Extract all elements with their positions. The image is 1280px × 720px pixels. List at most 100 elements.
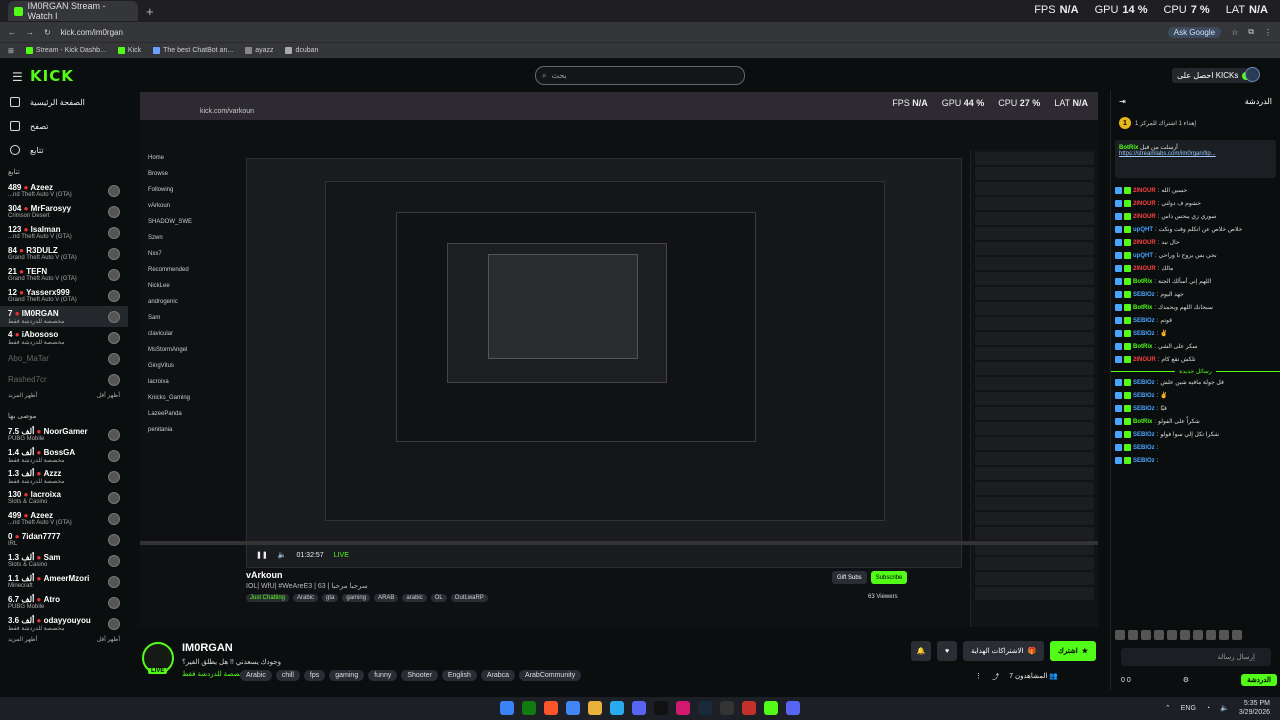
sidebar-channel[interactable]: 130 ● lacroixa Slots & Casino <box>0 487 128 508</box>
stream-tag[interactable]: English <box>441 670 477 681</box>
sidebar-channel[interactable]: 3.6 ألف ● odayyouyou مخصصة للدردشة فقط <box>0 613 128 634</box>
menu-dots-icon[interactable]: ⋮ <box>1264 28 1272 37</box>
steam-icon[interactable] <box>698 701 712 715</box>
chat-username[interactable]: BotRix <box>1133 419 1152 425</box>
chat-message[interactable]: 2INOUR: تلكش تقع كام <box>1111 353 1280 366</box>
sidebar-channel[interactable]: 12 ● Yasserx999 Grand Theft Auto V (GTA) <box>0 285 128 306</box>
show-less-link[interactable]: أظهر أقل <box>97 392 120 404</box>
chat-message[interactable]: 2INOUR: حسين الله <box>1111 184 1280 197</box>
xbox-icon[interactable] <box>522 701 536 715</box>
show-less-link[interactable]: أظهر أقل <box>97 636 120 648</box>
kicks-leaderboard[interactable]: 1 إهداء 1 اشتراك للمركز 1 <box>1111 112 1280 134</box>
chat-username[interactable]: 2INOUR <box>1133 214 1156 220</box>
sidebar-channel[interactable]: 1.3 ألف ● Azzz مخصصة للدردشة فقط <box>0 466 128 487</box>
chat-username[interactable]: SEBIOz <box>1133 393 1155 399</box>
bookmark-item[interactable]: dcuban <box>285 47 318 54</box>
streamer-name[interactable]: IM0RGAN <box>182 642 233 654</box>
wifi-icon[interactable]: ◔ <box>1206 705 1210 712</box>
reload-icon[interactable]: ↻ <box>44 28 51 37</box>
apps-icon[interactable]: ⊞ <box>8 47 14 55</box>
sidebar-channel-offline[interactable]: Abo_MaTar <box>0 348 128 369</box>
chat-username[interactable]: SEBIOz <box>1133 380 1155 386</box>
chat-message[interactable]: 2INOUR: خشوم ف دولتي <box>1111 197 1280 210</box>
chat-message[interactable]: BotRix: شكراً على الفولو <box>1111 415 1280 428</box>
video-progress-bar[interactable] <box>140 541 1098 545</box>
chat-message[interactable]: SEBIOz: جهد اليوم <box>1111 288 1280 301</box>
back-icon[interactable]: ← <box>8 28 16 37</box>
app-icon[interactable] <box>720 701 734 715</box>
volume-icon[interactable]: 🔈 <box>278 551 287 559</box>
chat-username[interactable]: BotRix <box>1133 305 1152 311</box>
bookmark-item[interactable]: Stream - Kick Dashb... <box>25 47 106 54</box>
bookmark-item[interactable]: Kick <box>117 47 141 54</box>
extensions-icon[interactable]: ⧉ <box>1248 27 1254 37</box>
get-kicks-button[interactable]: احصل على KICKs <box>1172 68 1256 83</box>
stream-tag[interactable]: funny <box>368 670 398 681</box>
chat-username[interactable]: 2INOUR <box>1133 357 1156 363</box>
ask-google-button[interactable]: Ask Google <box>1167 26 1222 38</box>
stream-tag[interactable]: ArabCommunity <box>519 670 582 681</box>
chat-message[interactable]: SEBIOz: <box>1111 454 1280 467</box>
stream-tag[interactable]: Arabca <box>480 670 516 681</box>
tray-chevron-icon[interactable]: ⌃ <box>1165 704 1171 712</box>
chat-username[interactable]: SEBIOz <box>1133 406 1155 412</box>
chat-message[interactable]: upQHT: بحي بس بروح نا وراحي <box>1111 249 1280 262</box>
pinned-message[interactable]: BotRix أرسلت من قبل https://streamlabs.c… <box>1115 140 1276 178</box>
chat-username[interactable]: 2INOUR <box>1133 188 1156 194</box>
bookmark-item[interactable]: ayazz <box>245 47 273 54</box>
start-icon[interactable] <box>500 701 514 715</box>
send-chat-button[interactable]: الدردشة <box>1241 674 1277 686</box>
forward-icon[interactable]: → <box>26 28 34 37</box>
chat-username[interactable]: BotRix <box>1133 344 1152 350</box>
pinned-link[interactable]: https://streamlabs.com/im0rgan/tip... <box>1119 151 1216 157</box>
sidebar-channel[interactable]: 21 ● TEFN Grand Theft Auto V (GTA) <box>0 264 128 285</box>
chat-message[interactable]: 2INOUR: حال نبد <box>1111 236 1280 249</box>
chat-message[interactable]: SEBIOz: ✌ <box>1111 327 1280 340</box>
sidebar-channel[interactable]: 7 ● IM0RGAN مخصصة للدردشة فقط <box>0 306 128 327</box>
follow-heart-button[interactable]: ♥ <box>937 641 958 661</box>
chrome-icon[interactable] <box>566 701 580 715</box>
more-options-icon[interactable]: ⋮ <box>975 672 982 682</box>
search-input[interactable]: ⌕ بحث <box>535 66 745 85</box>
stream-tag[interactable]: gaming <box>329 670 365 681</box>
chat-username[interactable]: BotRix <box>1133 279 1152 285</box>
sidebar-channel[interactable]: 7.5 ألف ● NoorGamer PUBG Mobile <box>0 424 128 445</box>
collapse-chat-icon[interactable]: ⇥ <box>1119 97 1126 106</box>
sidebar-channel[interactable]: 84 ● R3DULZ Grand Theft Auto V (GTA) <box>0 243 128 264</box>
share-icon[interactable]: ⤴ <box>992 672 999 682</box>
chat-message[interactable]: SEBIOz: <box>1111 441 1280 454</box>
user-avatar[interactable] <box>1245 67 1260 82</box>
stream-tag[interactable]: Shooter <box>401 670 438 681</box>
app-icon[interactable] <box>742 701 756 715</box>
chat-input[interactable]: إرسال رسالة <box>1121 648 1271 666</box>
chat-username[interactable]: SEBIOz <box>1133 445 1155 451</box>
clock[interactable]: 5:35 PM 3/29/2026 <box>1239 699 1270 717</box>
sidebar-channel[interactable]: 123 ● Isalman ...nd Theft Auto V (GTA) <box>0 222 128 243</box>
show-more-link[interactable]: أظهر المزيد <box>8 392 37 404</box>
new-tab-icon[interactable]: + <box>146 4 154 19</box>
sidebar-channel[interactable]: 489 ● Azeez ...nd Theft Auto V (GTA) <box>0 180 128 201</box>
chat-message[interactable]: BotRix: سكر على الشي <box>1111 340 1280 353</box>
sidebar-channel[interactable]: 1.4 ألف ● BossGA مخصصة للدردشة فقط <box>0 445 128 466</box>
chat-username[interactable]: SEBIOz <box>1133 318 1155 324</box>
sidebar-channel[interactable]: 304 ● MrFarosyy Crimson Desert <box>0 201 128 222</box>
tiktok-icon[interactable] <box>654 701 668 715</box>
chat-username[interactable]: SEBIOz <box>1133 331 1155 337</box>
kick-logo[interactable]: KICK <box>30 67 74 85</box>
sidebar-channel[interactable]: 1.3 ألف ● Sam Slots & Casino <box>0 550 128 571</box>
stream-tag[interactable]: fps <box>303 670 326 681</box>
url-field[interactable]: kick.com/im0rgan <box>61 28 1158 37</box>
brave-icon[interactable] <box>544 701 558 715</box>
chat-username[interactable]: SEBIOz <box>1133 292 1155 298</box>
chat-message[interactable]: 2INOUR: سوري زي يبحس داس <box>1111 210 1280 223</box>
chat-message[interactable]: 2INOUR: مالك <box>1111 262 1280 275</box>
bookmark-item[interactable]: The best ChatBot an... <box>153 47 233 54</box>
gift-subscriptions-button[interactable]: الاشتراكات الهداية 🎁 <box>963 641 1045 661</box>
chat-username[interactable]: 2INOUR <box>1133 201 1156 207</box>
chat-message[interactable]: SEBIOz: قوتم <box>1111 314 1280 327</box>
browser-tab[interactable]: IM0RGAN Stream - Watch l <box>8 1 138 21</box>
speaker-icon[interactable]: 🔈 <box>1220 704 1229 712</box>
chat-message[interactable]: BotRix: اللهم إني أسألك الجنة <box>1111 275 1280 288</box>
chat-message[interactable]: SEBIOz: قيّا <box>1111 402 1280 415</box>
sidebar-channel[interactable]: 0 ● 7idan7777 IRL <box>0 529 128 550</box>
